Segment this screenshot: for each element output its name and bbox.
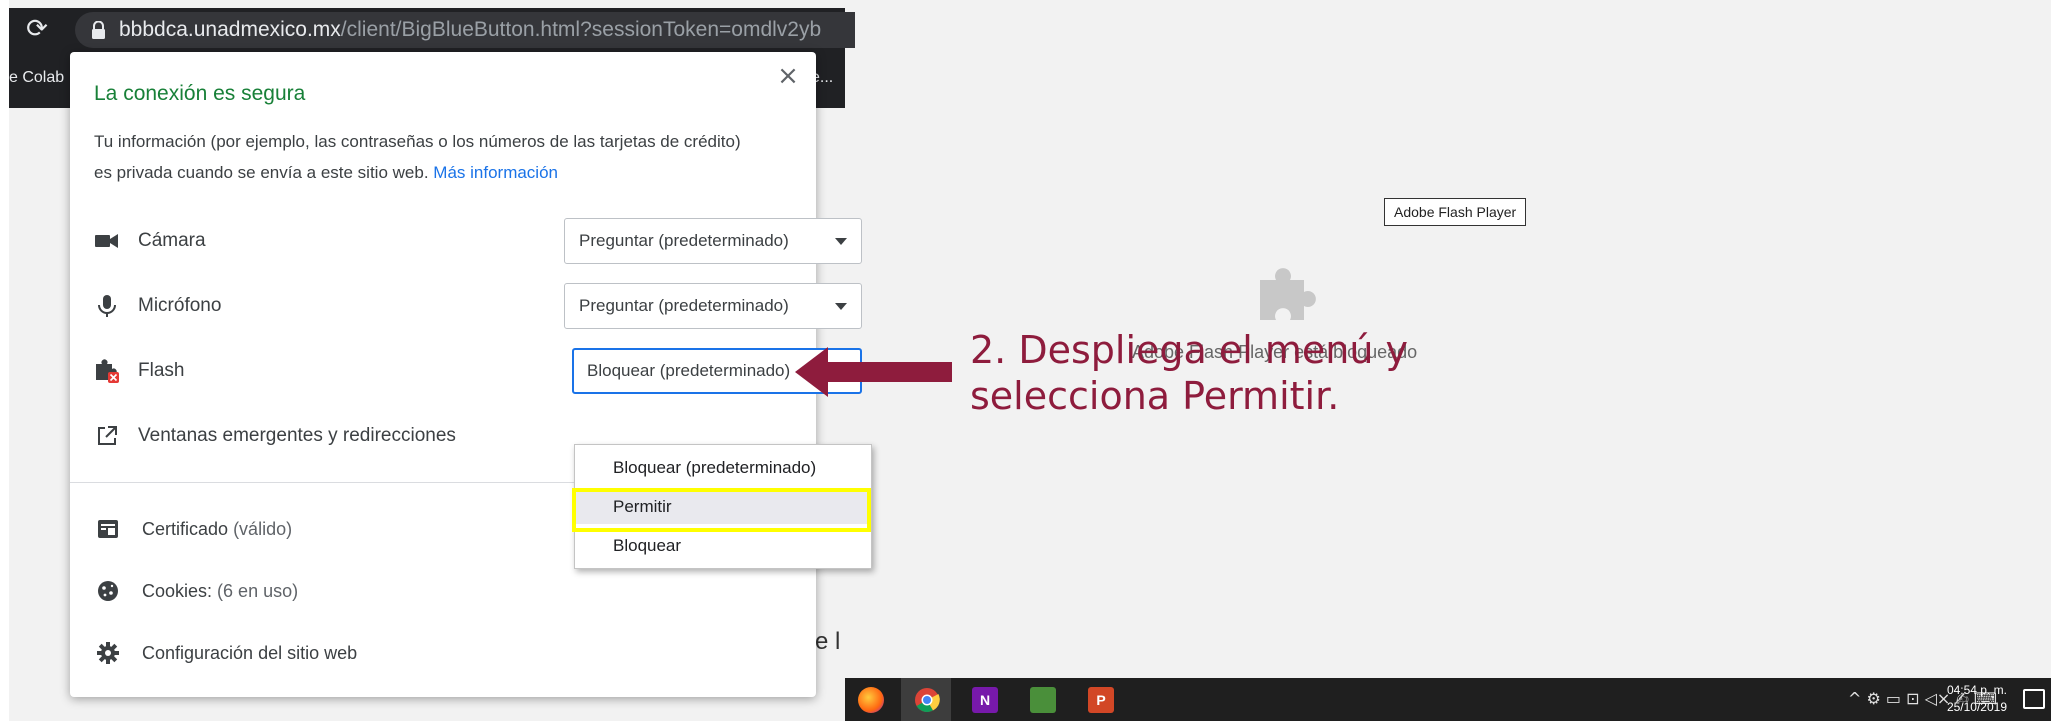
- permission-label: Flash: [138, 360, 185, 381]
- lock-icon[interactable]: [91, 21, 106, 39]
- connection-info-text: Tu información (por ejemplo, las contras…: [94, 126, 754, 188]
- close-icon[interactable]: ×: [774, 62, 802, 90]
- permission-row-flash: Flash Bloquear (predeterminado): [94, 348, 862, 394]
- cookie-icon: [98, 581, 118, 601]
- taskbar-app-onenote[interactable]: N: [959, 678, 1009, 721]
- certificate-detail: (válido): [233, 519, 293, 539]
- annotation-line-2: selecciona Permitir.: [970, 374, 1340, 418]
- notepad-icon: [1030, 687, 1056, 713]
- highlight-box: [572, 488, 871, 532]
- reload-icon[interactable]: ⟳: [22, 14, 52, 44]
- annotation-line-1: 2. Despliega el menú y: [970, 328, 1409, 372]
- taskbar-app-editor[interactable]: [1017, 678, 1067, 721]
- clock-date: 25/10/2019: [1946, 700, 2007, 714]
- connection-secure-title: La conexión es segura: [94, 82, 306, 105]
- info-text: Tu información (por ejemplo, las contras…: [94, 132, 741, 182]
- permission-row-microphone: Micrófono Preguntar (predeterminado): [94, 283, 862, 329]
- bookmark-item[interactable]: e Colab: [9, 69, 64, 87]
- taskbar-app-chrome[interactable]: [901, 678, 951, 721]
- flash-plugin-blocked-icon: [96, 359, 119, 383]
- cookies-detail: (6 en uso): [217, 581, 299, 601]
- url-text[interactable]: bbbdca.unadmexico.mx/client/BigBlueButto…: [119, 18, 821, 42]
- option-block[interactable]: Bloquear: [575, 527, 871, 563]
- powerpoint-icon: P: [1088, 687, 1114, 713]
- annotation-arrow-shaft: [826, 362, 952, 382]
- chrome-icon: [915, 688, 940, 713]
- more-info-link[interactable]: Más información: [433, 163, 558, 182]
- screen: e l Adobe Flash Player Adobe Flash Playe…: [0, 0, 2051, 721]
- annotation-arrow-head: [795, 347, 828, 397]
- omnibox[interactable]: bbbdca.unadmexico.mx/client/BigBlueButto…: [75, 12, 855, 48]
- flash-tooltip: Adobe Flash Player: [1384, 198, 1527, 226]
- permission-label: Micrófono: [138, 295, 222, 316]
- microphone-icon: [98, 295, 116, 317]
- taskbar-clock[interactable]: 04:54 p. m. 25/10/2019: [1947, 682, 2007, 716]
- popup-redirect-icon: [98, 426, 117, 445]
- site-settings-item[interactable]: Configuración del sitio web: [96, 633, 696, 673]
- clock-time: 04:54 p. m.: [1946, 683, 2007, 697]
- permission-label: Ventanas emergentes y redirecciones: [138, 425, 456, 446]
- select-value: Preguntar (predeterminado): [579, 296, 789, 315]
- gear-icon: [97, 642, 119, 664]
- taskbar-app-firefox[interactable]: [845, 678, 895, 721]
- permission-row-camera: Cámara Preguntar (predeterminado): [94, 218, 862, 264]
- background-page-text: e l: [815, 628, 841, 655]
- chevron-down-icon: [835, 238, 847, 245]
- notification-icon[interactable]: [2023, 689, 2045, 709]
- permission-label: Cámara: [138, 230, 206, 251]
- site-item-label: Cookies: (6 en uso): [142, 581, 298, 602]
- site-item-label: Certificado (válido): [142, 519, 292, 540]
- url-host: bbbdca.unadmexico.mx: [119, 18, 341, 41]
- taskbar: N P ^ ⚙ ▭ ⊡ ◁× ✍ ⌨ 04:54 p. m. 25/10/201…: [845, 678, 2051, 721]
- option-block-default[interactable]: Bloquear (predeterminado): [575, 449, 871, 485]
- address-bar-area: ⟳ bbbdca.unadmexico.mx/client/BigBlueBut…: [9, 8, 855, 51]
- site-info-popup: × La conexión es segura Tu información (…: [70, 52, 872, 697]
- left-margin: [0, 0, 9, 721]
- certificate-icon: [98, 520, 118, 538]
- cookies-item[interactable]: Cookies: (6 en uso): [96, 571, 696, 611]
- cookies-label: Cookies:: [142, 581, 213, 601]
- camera-select[interactable]: Preguntar (predeterminado): [564, 218, 862, 264]
- url-path: /client/BigBlueButton.html?sessionToken=…: [340, 18, 822, 41]
- certificate-label: Certificado: [142, 519, 229, 539]
- camera-icon: [95, 234, 118, 248]
- chevron-down-icon: [835, 303, 847, 310]
- select-value: Bloquear (predeterminado): [587, 361, 791, 380]
- microphone-select[interactable]: Preguntar (predeterminado): [564, 283, 862, 329]
- site-settings-label: Configuración del sitio web: [142, 643, 358, 663]
- plugin-puzzle-icon[interactable]: [1256, 262, 1320, 326]
- annotation-text: 2. Despliega el menú y selecciona Permit…: [970, 327, 1408, 419]
- taskbar-app-powerpoint[interactable]: P: [1075, 678, 1125, 721]
- onenote-icon: N: [972, 687, 998, 713]
- firefox-icon: [858, 687, 884, 713]
- select-value: Preguntar (predeterminado): [579, 231, 789, 250]
